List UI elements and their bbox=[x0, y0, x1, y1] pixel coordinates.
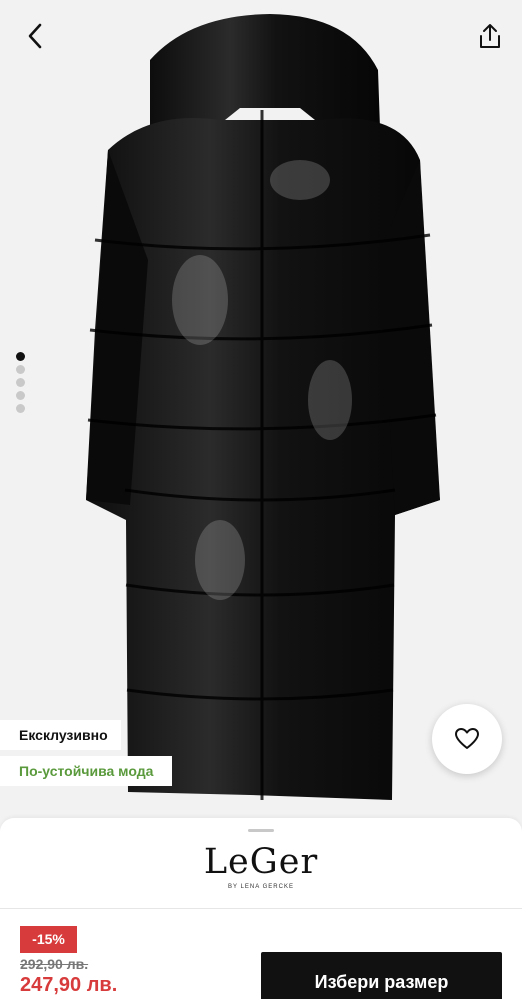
select-size-button[interactable]: Избери размер bbox=[261, 952, 502, 999]
pagination-dot[interactable] bbox=[16, 391, 25, 400]
divider bbox=[0, 908, 522, 909]
pagination-dot[interactable] bbox=[16, 365, 25, 374]
favorite-button[interactable] bbox=[432, 704, 502, 774]
brand-subtitle: BY LENA GERCKE bbox=[228, 884, 294, 890]
back-button[interactable] bbox=[14, 14, 58, 58]
sheet-handle[interactable] bbox=[248, 829, 274, 832]
pagination-dot[interactable] bbox=[16, 378, 25, 387]
share-button[interactable] bbox=[468, 14, 512, 58]
discount-badge: -15% bbox=[20, 926, 77, 953]
pagination-dot[interactable] bbox=[16, 404, 25, 413]
pagination-dot[interactable] bbox=[16, 352, 25, 361]
heart-icon bbox=[455, 728, 479, 749]
new-price: 247,90 лв. bbox=[20, 974, 118, 996]
product-image[interactable]: Ексклузивно По-устойчива мода bbox=[0, 0, 522, 820]
chevron-left-icon bbox=[28, 23, 42, 49]
exclusive-badge: Ексклузивно bbox=[0, 720, 121, 750]
coat-illustration bbox=[86, 14, 440, 800]
share-icon bbox=[480, 24, 500, 48]
brand-logo[interactable]: LeGer BY LENA GERCKE bbox=[0, 842, 522, 890]
gallery-pagination bbox=[16, 352, 25, 413]
brand-name: LeGer bbox=[203, 842, 319, 882]
sustainable-badge[interactable]: По-устойчива мода bbox=[0, 756, 172, 786]
old-price: 292,90 лв. bbox=[20, 956, 89, 972]
product-info-sheet: LeGer BY LENA GERCKE -15% 292,90 лв. 247… bbox=[0, 818, 522, 999]
